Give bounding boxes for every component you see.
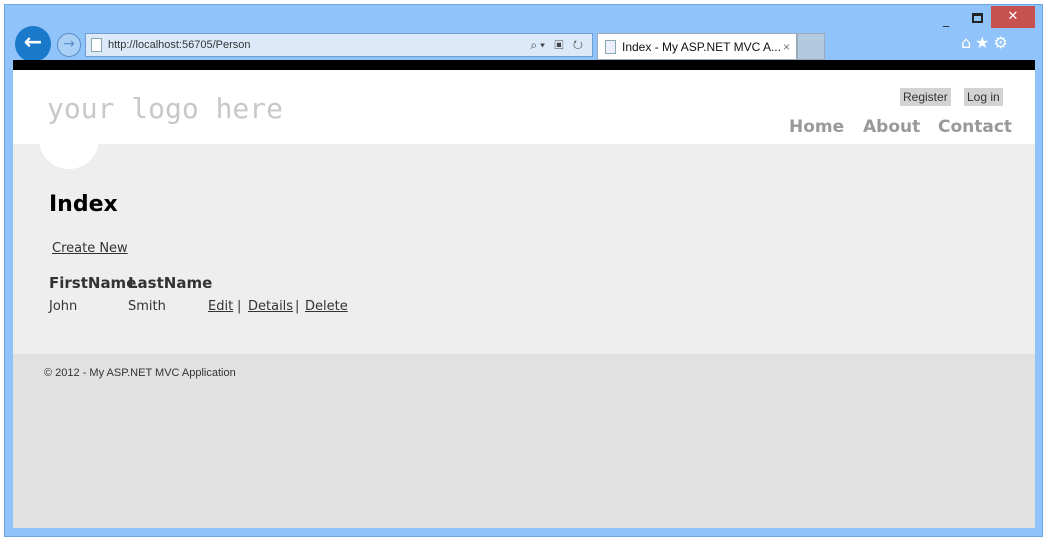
column-header-lastname: LastName xyxy=(128,274,213,292)
tab-index[interactable]: Index - My ASP.NET MVC A... × xyxy=(597,33,797,60)
browser-window: _ ✕ ← → http://localhost:56705/Person ⌕▾… xyxy=(4,4,1043,537)
url-text: http://localhost:56705/Person xyxy=(108,39,251,51)
new-tab-button[interactable] xyxy=(797,33,825,60)
page-content: your logo here Register Log in Home Abou… xyxy=(13,60,1035,528)
site-header: your logo here Register Log in Home Abou… xyxy=(13,70,1035,144)
address-tools-icon[interactable]: ⌕▾ ▣ ↻ xyxy=(530,34,586,56)
details-link[interactable]: Details xyxy=(248,299,293,314)
cell-lastname: Smith xyxy=(128,299,166,314)
page-icon xyxy=(605,40,616,54)
nav-about[interactable]: About xyxy=(863,117,920,137)
nav-contact[interactable]: Contact xyxy=(938,117,1012,137)
footer-text: © 2012 - My ASP.NET MVC Application xyxy=(44,367,236,379)
main-section: Index Create New FirstName LastName John… xyxy=(13,134,1035,354)
column-header-firstname: FirstName xyxy=(49,274,137,292)
home-favorites-settings-icons[interactable]: ⌂★⚙ xyxy=(961,33,1012,52)
page-icon xyxy=(91,38,102,52)
address-bar[interactable]: http://localhost:56705/Person ⌕▾ ▣ ↻ xyxy=(85,33,593,57)
nav-home[interactable]: Home xyxy=(789,117,844,137)
delete-link[interactable]: Delete xyxy=(305,299,348,314)
tab-title: Index - My ASP.NET MVC A... xyxy=(622,40,781,54)
minimize-button[interactable]: _ xyxy=(943,13,957,27)
login-link[interactable]: Log in xyxy=(964,88,1003,106)
top-bar xyxy=(13,60,1035,70)
separator: | xyxy=(237,299,242,314)
forward-button[interactable]: → xyxy=(57,33,81,57)
logo-bubble xyxy=(39,134,99,169)
close-window-button[interactable]: ✕ xyxy=(991,6,1035,28)
close-tab-icon[interactable]: × xyxy=(783,34,790,60)
create-new-link[interactable]: Create New xyxy=(52,241,128,256)
edit-link[interactable]: Edit xyxy=(208,299,233,314)
maximize-button[interactable] xyxy=(972,13,983,23)
register-link[interactable]: Register xyxy=(900,88,951,106)
separator: | xyxy=(295,299,300,314)
back-button[interactable]: ← xyxy=(15,26,51,62)
page-title: Index xyxy=(49,192,118,217)
logo: your logo here xyxy=(47,92,284,125)
cell-firstname: John xyxy=(49,299,78,314)
